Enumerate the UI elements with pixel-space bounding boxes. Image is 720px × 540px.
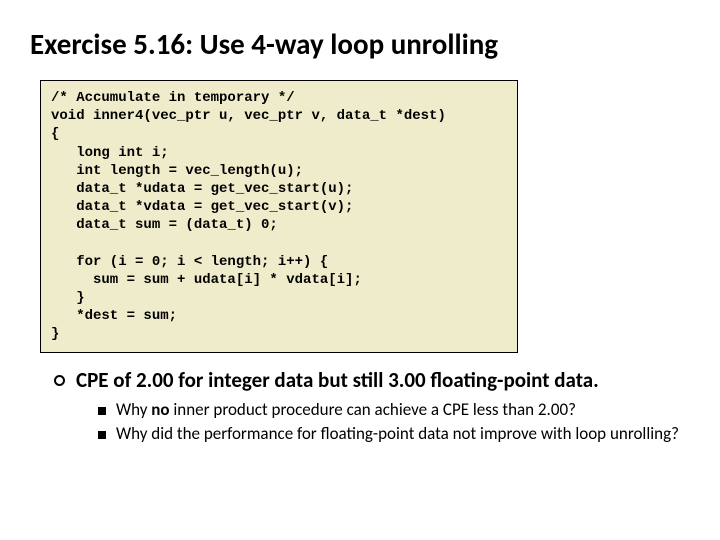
sub-list: Why no inner product procedure can achie… xyxy=(98,399,690,445)
bullet-text: CPE of 2.00 for integer data but still 3… xyxy=(76,367,599,393)
slide-title: Exercise 5.16: Use 4-way loop unrolling xyxy=(30,26,690,62)
code-content: /* Accumulate in temporary */ void inner… xyxy=(51,89,507,344)
bullet-cpe: CPE of 2.00 for integer data but still 3… xyxy=(54,367,690,445)
bullet-list: CPE of 2.00 for integer data but still 3… xyxy=(54,367,690,445)
code-box: /* Accumulate in temporary */ void inner… xyxy=(40,80,518,353)
slide: Exercise 5.16: Use 4-way loop unrolling … xyxy=(0,0,720,540)
sub-item-why-no: Why no inner product procedure can achie… xyxy=(98,399,690,421)
sub-item-why-fp: Why did the performance for floating-poi… xyxy=(98,423,690,445)
